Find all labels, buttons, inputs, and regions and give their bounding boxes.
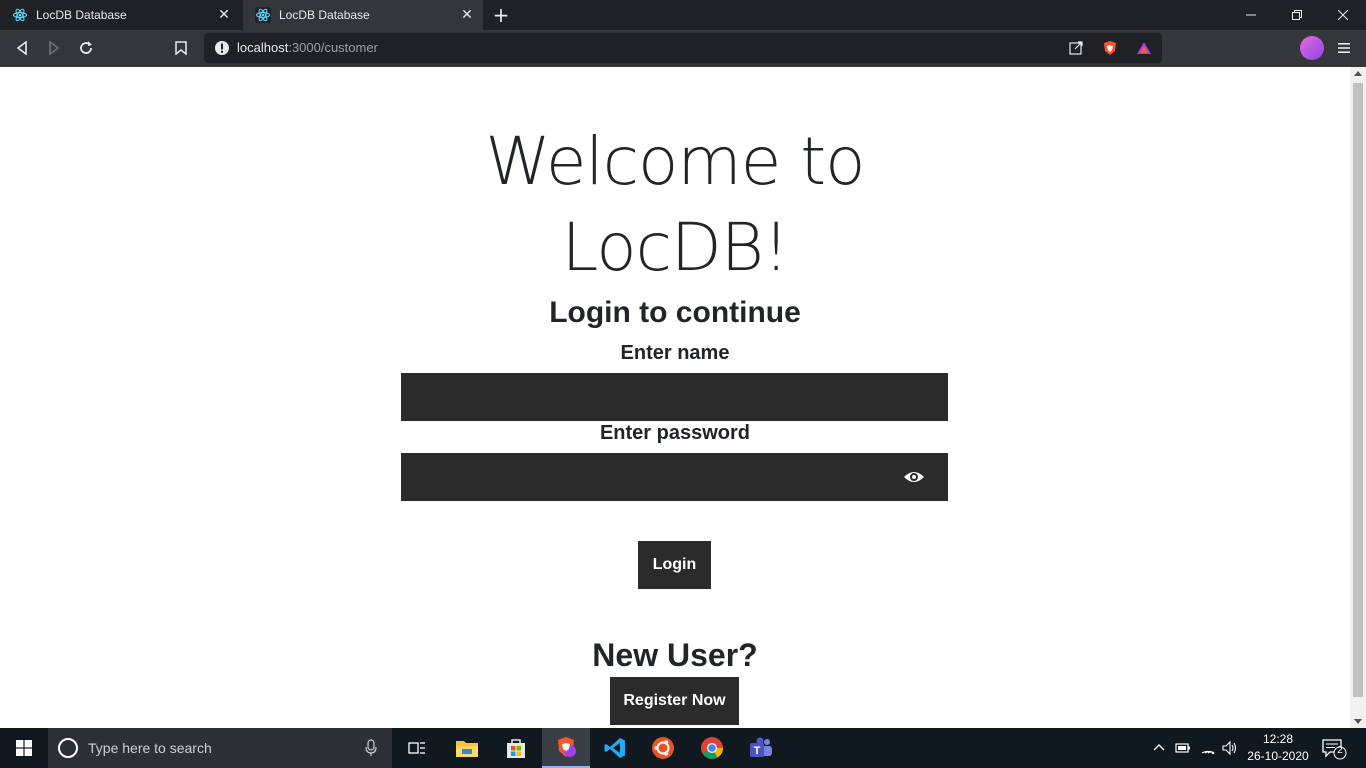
wifi-icon[interactable] — [1200, 740, 1216, 756]
login-heading: Login to continue — [549, 296, 801, 329]
reload-icon[interactable] — [74, 36, 98, 60]
volume-icon[interactable] — [1222, 740, 1238, 756]
chrome-icon[interactable] — [688, 728, 736, 768]
close-tab-icon[interactable]: ✕ — [457, 5, 477, 25]
open-in-icon[interactable] — [1068, 40, 1084, 56]
eye-icon[interactable] — [903, 468, 925, 486]
browser-tab-strip: LocDB Database ✕ LocDB Database ✕ + — [0, 0, 1366, 30]
menu-icon[interactable] — [1334, 36, 1354, 60]
search-placeholder: Type here to search — [88, 740, 212, 756]
chevron-up-icon[interactable] — [1151, 740, 1167, 756]
url-text: localhost:3000/customer — [237, 40, 378, 55]
scroll-down-icon[interactable] — [1354, 719, 1362, 724]
forward-icon[interactable] — [42, 36, 66, 60]
profile-avatar-icon[interactable] — [1300, 36, 1324, 60]
brave-rewards-icon[interactable] — [1136, 40, 1152, 56]
react-atom-icon — [255, 7, 271, 23]
restore-icon[interactable] — [1274, 0, 1320, 30]
back-icon[interactable] — [10, 36, 34, 60]
password-input[interactable] — [401, 453, 948, 501]
password-label: Enter password — [599, 422, 751, 444]
file-explorer-icon[interactable] — [443, 728, 491, 768]
clock-date: 26-10-2020 — [1247, 749, 1309, 763]
welcome-title-line1: Welcome to — [485, 123, 865, 200]
page-content: Welcome to LocDB! Login to continue Ente… — [0, 67, 1350, 728]
store-icon[interactable] — [492, 728, 540, 768]
ubuntu-icon[interactable] — [639, 728, 687, 768]
register-now-button[interactable]: Register Now — [610, 677, 739, 725]
system-clock[interactable]: 12:28 26-10-2020 — [1242, 731, 1314, 765]
notification-center-icon[interactable]: 2 — [1322, 738, 1348, 760]
address-bar[interactable]: localhost:3000/customer — [204, 33, 1162, 63]
name-label: Enter name — [620, 342, 730, 364]
minimize-icon[interactable] — [1228, 0, 1274, 30]
react-atom-icon — [12, 7, 28, 23]
site-info-icon[interactable] — [214, 40, 230, 56]
brave-shields-icon[interactable] — [1102, 40, 1118, 56]
vscode-icon[interactable] — [591, 728, 639, 768]
page-scrollbar[interactable] — [1350, 67, 1366, 728]
scroll-up-icon[interactable] — [1354, 71, 1362, 76]
new-user-heading: New User? — [592, 637, 758, 673]
microphone-icon[interactable] — [364, 739, 378, 757]
bookmark-icon[interactable] — [169, 36, 193, 60]
windows-start-icon[interactable] — [0, 728, 48, 768]
svg-text:T: T — [754, 745, 761, 757]
windows-taskbar: Type here to search T 12:28 26-10-2020 2 — [0, 728, 1366, 768]
notification-count: 2 — [1337, 745, 1343, 756]
browser-tab-1[interactable]: LocDB Database ✕ — [0, 0, 240, 30]
new-tab-icon[interactable]: + — [490, 3, 512, 27]
tab-title: LocDB Database — [279, 8, 370, 22]
clock-time: 12:28 — [1262, 732, 1294, 746]
task-view-icon[interactable] — [393, 728, 441, 768]
tab-title: LocDB Database — [36, 8, 127, 22]
close-tab-icon[interactable]: ✕ — [214, 5, 234, 25]
login-button[interactable]: Login — [638, 541, 711, 589]
taskbar-search-box[interactable]: Type here to search — [48, 728, 392, 768]
close-window-icon[interactable] — [1320, 0, 1366, 30]
brave-icon[interactable] — [542, 728, 590, 768]
browser-toolbar: localhost:3000/customer — [0, 30, 1366, 67]
teams-icon[interactable]: T — [737, 728, 785, 768]
scrollbar-thumb[interactable] — [1353, 83, 1363, 697]
browser-tab-2[interactable]: LocDB Database ✕ — [243, 0, 483, 30]
cortana-icon — [58, 738, 78, 758]
welcome-title-line2: LocDB! — [561, 209, 790, 286]
battery-icon[interactable] — [1175, 740, 1191, 756]
name-input[interactable] — [401, 373, 948, 421]
